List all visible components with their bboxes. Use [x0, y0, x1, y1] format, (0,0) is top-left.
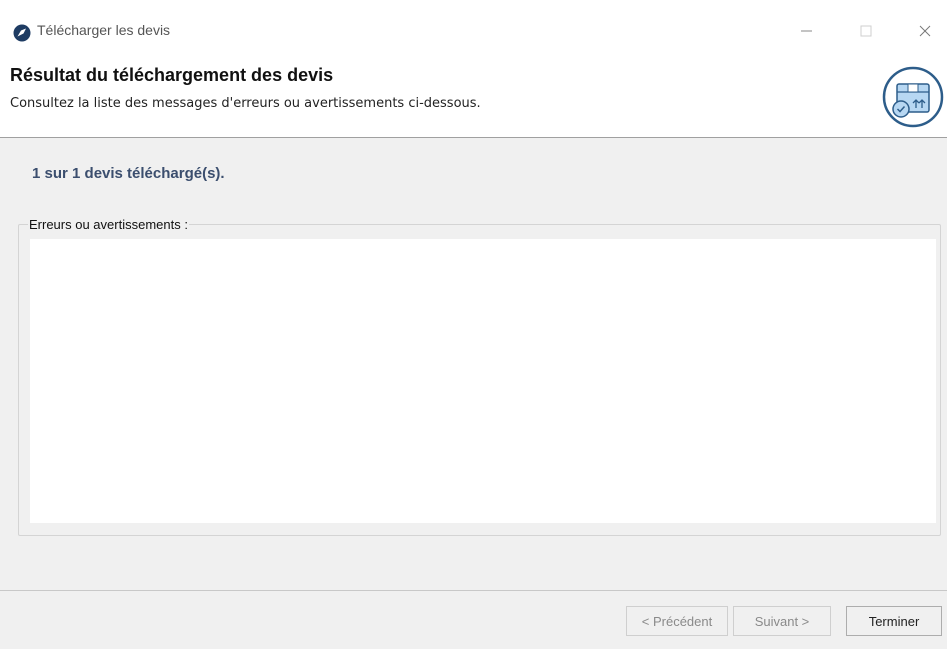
finish-button[interactable]: Terminer: [846, 606, 942, 636]
footer-divider: [0, 590, 947, 591]
maximize-icon[interactable]: [846, 16, 886, 46]
page-title: Résultat du téléchargement des devis: [10, 65, 334, 85]
messages-list[interactable]: [30, 239, 936, 523]
close-icon[interactable]: [905, 16, 945, 46]
title-bar: Télécharger les devis: [0, 0, 947, 62]
window-title: Télécharger les devis: [37, 22, 171, 38]
app-logo-icon: [13, 24, 31, 42]
previous-button[interactable]: < Précédent: [626, 606, 728, 636]
download-status: 1 sur 1 devis téléchargé(s).: [32, 165, 225, 182]
minimize-icon[interactable]: [786, 16, 826, 46]
page-subtitle: Consultez la liste des messages d'erreur…: [10, 96, 481, 111]
box-upload-icon: [882, 66, 944, 128]
next-button[interactable]: Suivant >: [733, 606, 831, 636]
wizard-header: Résultat du téléchargement des devis Con…: [0, 62, 947, 138]
messages-label: Erreurs ou avertissements :: [28, 217, 189, 232]
